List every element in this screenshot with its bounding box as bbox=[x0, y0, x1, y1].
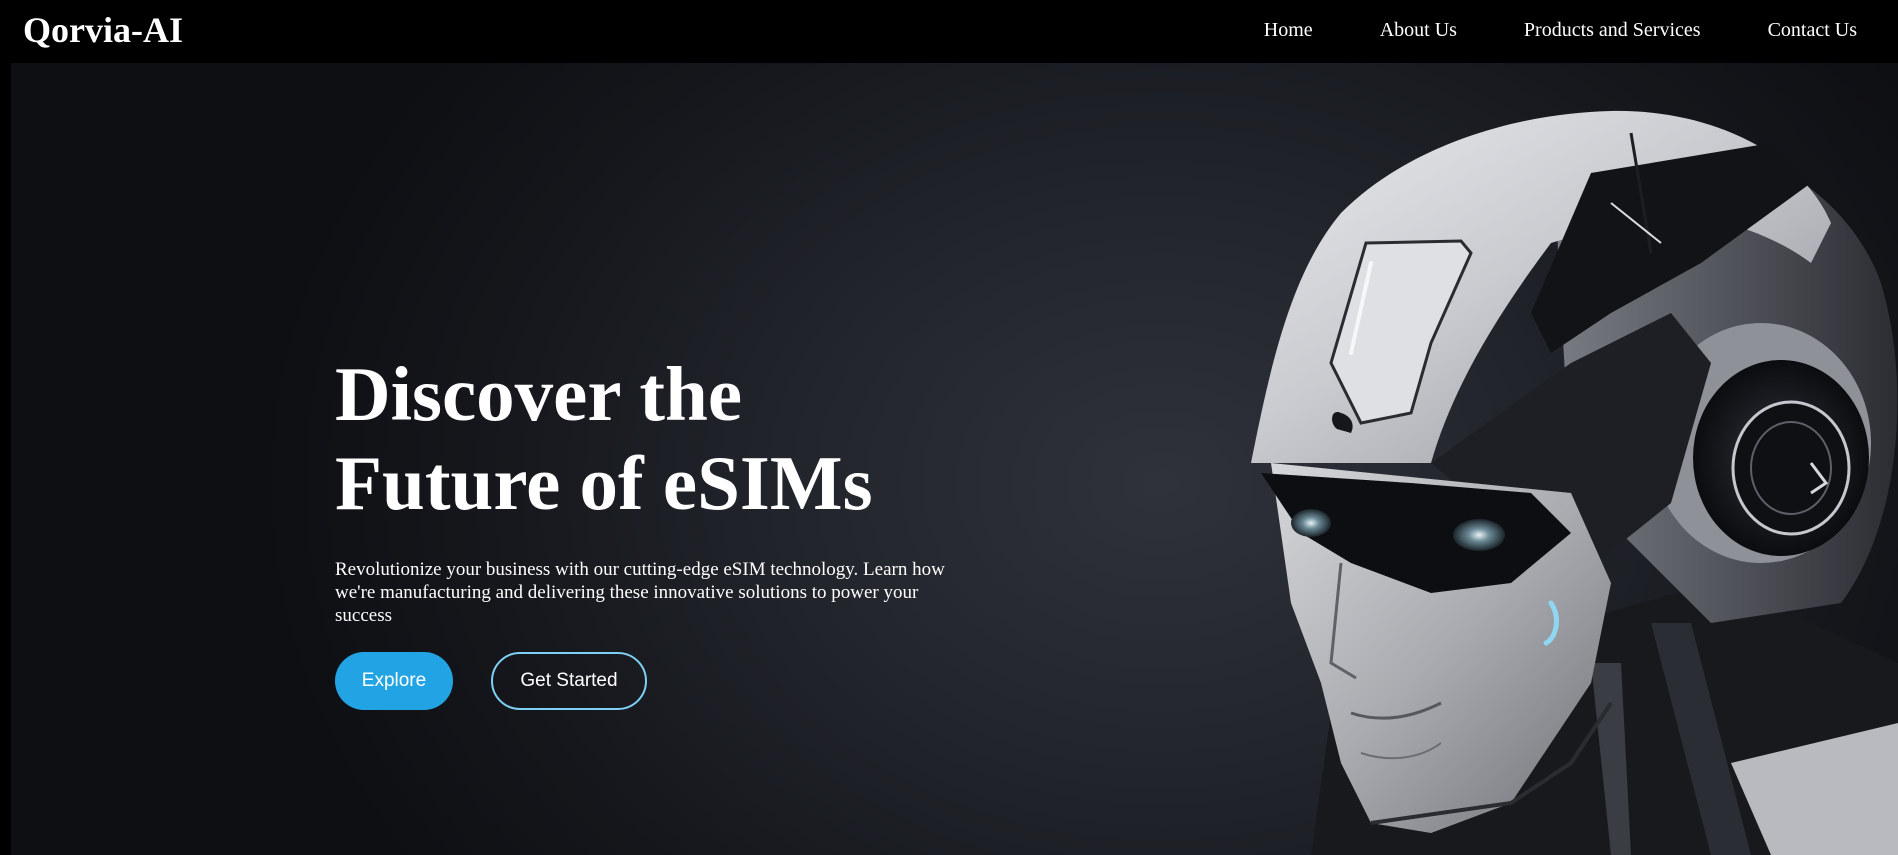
nav-link-contact-us[interactable]: Contact Us bbox=[1768, 19, 1857, 42]
hero-buttons: Explore Get Started bbox=[335, 652, 975, 710]
nav-link-home[interactable]: Home bbox=[1264, 19, 1313, 42]
nav-link-about-us[interactable]: About Us bbox=[1380, 19, 1457, 42]
explore-button[interactable]: Explore bbox=[335, 652, 453, 710]
nav-link-products-services[interactable]: Products and Services bbox=[1524, 19, 1701, 42]
top-navbar: Qorvia-AI Home About Us Products and Ser… bbox=[0, 0, 1898, 63]
main-nav: Home About Us Products and Services Cont… bbox=[1264, 0, 1898, 60]
brand-logo[interactable]: Qorvia-AI bbox=[23, 8, 183, 52]
hero-content: Discover the Future of eSIMs Revolutioni… bbox=[335, 350, 975, 710]
get-started-button[interactable]: Get Started bbox=[491, 652, 647, 710]
hero-description: Revolutionize your business with our cut… bbox=[335, 559, 945, 626]
hero-section: Discover the Future of eSIMs Revolutioni… bbox=[11, 63, 1898, 855]
hero-title: Discover the Future of eSIMs bbox=[335, 351, 873, 526]
